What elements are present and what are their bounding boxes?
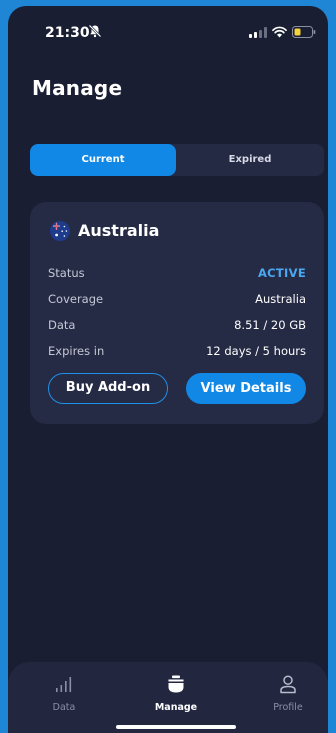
cell-signal-icon xyxy=(249,27,267,38)
coverage-value: Australia xyxy=(255,292,306,306)
sim-stack-icon xyxy=(168,675,184,693)
status-time: 21:30 xyxy=(45,25,90,41)
wifi-icon xyxy=(272,26,287,38)
nav-manage-label: Manage xyxy=(154,702,198,713)
view-details-button[interactable]: View Details xyxy=(186,373,306,404)
buy-addon-button[interactable]: Buy Add-on xyxy=(48,373,168,404)
data-value: 8.51 / 20 GB xyxy=(234,318,306,332)
data-label: Data xyxy=(48,318,76,332)
plan-country: Australia xyxy=(78,221,160,240)
nav-data-label: Data xyxy=(52,702,76,713)
coverage-label: Coverage xyxy=(48,292,104,306)
phone-screen: 21:30 Manage Current Expired Australia S… xyxy=(8,6,328,733)
nav-profile-label: Profile xyxy=(273,702,303,713)
page-title: Manage xyxy=(32,76,123,100)
coverage-row: Coverage Australia xyxy=(48,292,306,308)
australia-flag-icon xyxy=(50,221,70,241)
nav-manage[interactable]: Manage xyxy=(136,662,216,722)
status-bar: 21:30 xyxy=(8,6,328,60)
status-label: Status xyxy=(48,266,85,280)
tab-expired[interactable]: Expired xyxy=(176,144,324,176)
nav-profile[interactable]: Profile xyxy=(248,662,328,722)
expires-row: Expires in 12 days / 5 hours xyxy=(48,344,306,360)
home-indicator[interactable] xyxy=(116,725,236,729)
expires-label: Expires in xyxy=(48,344,105,358)
status-row: Status ACTIVE xyxy=(48,266,306,282)
segmented-tabs: Current Expired xyxy=(30,144,324,176)
battery-low-icon xyxy=(292,26,316,38)
person-icon xyxy=(280,675,296,694)
plan-card: Australia Status ACTIVE Coverage Austral… xyxy=(30,202,324,424)
tab-current[interactable]: Current xyxy=(30,144,176,176)
bell-muted-icon xyxy=(88,24,102,38)
bottom-tab-bar: Data Manage Profile xyxy=(8,662,328,733)
data-row: Data 8.51 / 20 GB xyxy=(48,318,306,334)
nav-data[interactable]: Data xyxy=(24,662,104,722)
status-value: ACTIVE xyxy=(257,266,306,280)
expires-value: 12 days / 5 hours xyxy=(206,344,306,358)
bar-chart-icon xyxy=(56,677,72,692)
